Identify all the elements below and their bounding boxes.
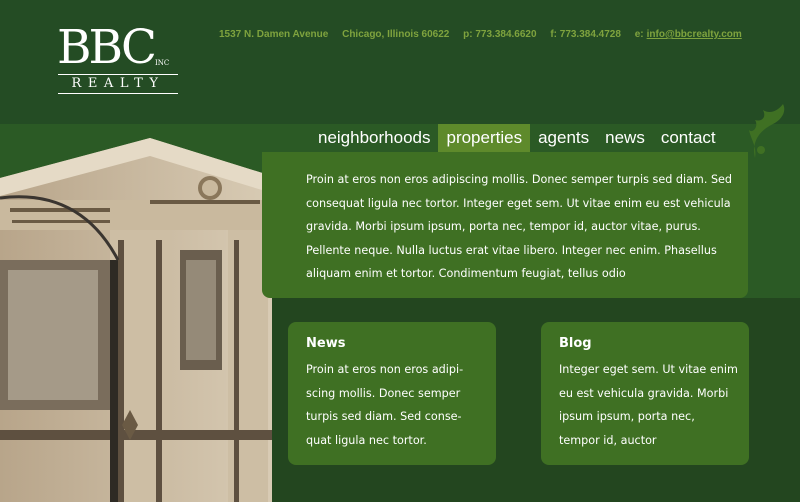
address: 1537 N. Damen Avenue	[219, 29, 329, 40]
logo-rule	[58, 74, 178, 75]
nav-item-properties[interactable]: properties	[438, 124, 531, 152]
main-nav: neighborhoods properties agents news con…	[310, 124, 724, 152]
leaf-flourish-icon	[749, 104, 785, 158]
contact-info: 1537 N. Damen Avenue Chicago, Illinois 6…	[219, 29, 742, 40]
logo-rule	[58, 93, 178, 94]
logo-wordmark: BBC	[57, 20, 157, 75]
blog-heading[interactable]: Blog	[559, 336, 592, 351]
blog-text: Integer eget sem. Ut vitae enim eu est v…	[559, 363, 738, 447]
nav-item-news[interactable]: news	[597, 124, 653, 152]
fax: f: 773.384.4728	[550, 29, 621, 40]
news-card: News Proin at eros non eros adipi-scing …	[288, 322, 496, 465]
logo-subtitle: REALTY	[71, 76, 165, 91]
site-header: BBC INC REALTY 1537 N. Damen Avenue Chic…	[0, 0, 800, 124]
email-link[interactable]: info@bbcrealty.com	[647, 29, 742, 40]
nav-item-contact[interactable]: contact	[653, 124, 724, 152]
email-prefix: e:	[634, 29, 644, 40]
logo-inc: INC	[155, 59, 170, 67]
nav-item-agents[interactable]: agents	[530, 124, 597, 152]
news-heading[interactable]: News	[306, 336, 345, 351]
blog-card: Blog Integer eget sem. Ut vitae enim eu …	[541, 322, 749, 465]
building-photo	[0, 138, 272, 502]
news-text: Proin at eros non eros adipi-scing molli…	[306, 363, 464, 447]
intro-text: Proin at eros non eros adipiscing mollis…	[306, 173, 733, 280]
city: Chicago, Illinois 60622	[342, 29, 450, 40]
bbc-realty-logo[interactable]: BBC INC REALTY	[57, 24, 181, 96]
nav-item-neighborhoods[interactable]: neighborhoods	[310, 124, 438, 152]
phone: p: 773.384.6620	[463, 29, 537, 40]
